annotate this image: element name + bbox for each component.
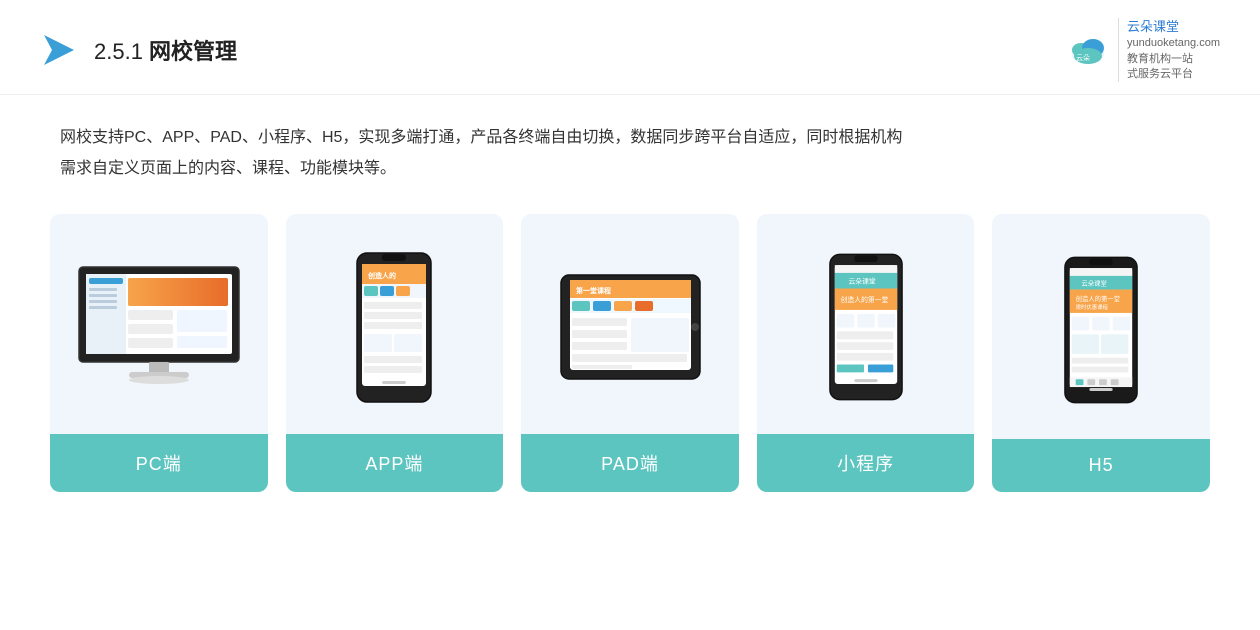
header-right: 云朵 云朵课堂 yunduoketang.com 教育机构一站 式服务云平台 — [1066, 18, 1220, 82]
svg-text:创造人的第一堂: 创造人的第一堂 — [1076, 294, 1120, 303]
brand-cloud-icon: 云朵 — [1066, 28, 1110, 72]
logo-arrow-icon — [40, 31, 78, 69]
svg-text:限时优惠课程: 限时优惠课程 — [1076, 303, 1109, 311]
description-text: 网校支持PC、APP、PAD、小程序、H5，实现多端打通，产品各终端自由切换，数… — [60, 123, 1200, 184]
svg-text:第一堂课程: 第一堂课程 — [576, 286, 611, 295]
miniprogram-label: 小程序 — [757, 434, 975, 492]
device-card-h5: 云朵课堂 创造人的第一堂 限时优惠课程 — [992, 214, 1210, 492]
app-phone-mockup-icon: 创造人的 — [354, 250, 434, 405]
miniprogram-image-area: 云朵课堂 创造人的第一堂 — [811, 214, 921, 434]
pc-mockup-icon — [74, 262, 244, 392]
miniprogram-phone-mockup-icon: 云朵课堂 创造人的第一堂 — [827, 251, 905, 403]
pad-label: PAD端 — [521, 434, 739, 492]
device-card-pc: PC端 — [50, 214, 268, 492]
device-card-app: 创造人的 APP端 — [286, 214, 504, 492]
app-image-area: 创造人的 — [338, 214, 450, 434]
brand-text: 云朵课堂 yunduoketang.com 教育机构一站 式服务云平台 — [1118, 18, 1220, 82]
h5-label: H5 — [992, 439, 1210, 492]
svg-text:云朵课堂: 云朵课堂 — [848, 277, 875, 286]
device-card-miniprogram: 云朵课堂 创造人的第一堂 小程序 — [757, 214, 975, 492]
device-card-pad: 第一堂课程 PAD端 — [521, 214, 739, 492]
page-title: 2.5.1 网校管理 — [94, 34, 237, 66]
svg-text:云朵: 云朵 — [1076, 54, 1090, 62]
h5-phone-mockup-icon: 云朵课堂 创造人的第一堂 限时优惠课程 — [1062, 254, 1140, 406]
page-container: 2.5.1 网校管理 云朵 云朵课堂 yunduoketang.com 教育机构… — [0, 0, 1260, 630]
svg-text:创造人的: 创造人的 — [367, 271, 396, 280]
svg-text:云朵课堂: 云朵课堂 — [1082, 278, 1107, 287]
brand-logo: 云朵 云朵课堂 yunduoketang.com 教育机构一站 式服务云平台 — [1066, 18, 1220, 82]
pc-image-area — [58, 214, 260, 434]
pad-tablet-mockup-icon: 第一堂课程 — [558, 272, 703, 382]
h5-image-area: 云朵课堂 创造人的第一堂 限时优惠课程 — [1046, 214, 1156, 439]
cards-section: PC端 创造人的 — [0, 194, 1260, 522]
pad-image-area: 第一堂课程 — [542, 214, 719, 434]
app-label: APP端 — [286, 434, 504, 492]
pc-label: PC端 — [50, 434, 268, 492]
header-left: 2.5.1 网校管理 — [40, 31, 237, 69]
page-header: 2.5.1 网校管理 云朵 云朵课堂 yunduoketang.com 教育机构… — [0, 0, 1260, 95]
description-section: 网校支持PC、APP、PAD、小程序、H5，实现多端打通，产品各终端自由切换，数… — [0, 95, 1260, 194]
svg-text:创造人的第一堂: 创造人的第一堂 — [840, 295, 888, 304]
